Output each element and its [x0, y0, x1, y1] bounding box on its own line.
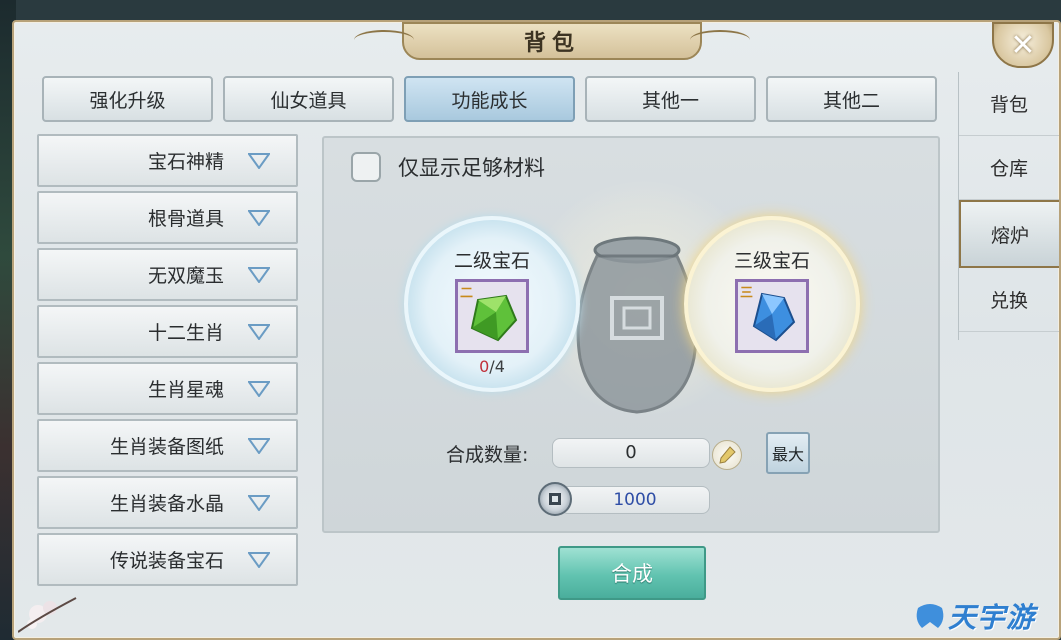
- sidenav-item-furnace[interactable]: 熔炉: [959, 200, 1059, 268]
- cost-display: 1000: [560, 486, 710, 514]
- list-item[interactable]: 生肖装备水晶: [37, 476, 298, 529]
- expand-triangle-icon: [248, 551, 270, 568]
- category-tabs: 强化升级 仙女道具 功能成长 其他一 其他二: [42, 76, 937, 122]
- max-quantity-button[interactable]: 最大: [766, 432, 810, 474]
- list-item-label: 生肖装备图纸: [109, 436, 224, 458]
- list-item[interactable]: 无双魔玉: [37, 248, 298, 301]
- plum-blossom-decoration-icon: [18, 597, 77, 633]
- tab-enhance[interactable]: 强化升级: [42, 76, 213, 122]
- quantity-label: 合成数量:: [446, 444, 529, 466]
- gamepad-logo-icon: [916, 604, 944, 628]
- list-item[interactable]: 根骨道具: [37, 191, 298, 244]
- list-item-label: 生肖装备水晶: [109, 493, 224, 515]
- source-gem-slot[interactable]: 二: [455, 279, 529, 353]
- expand-triangle-icon: [248, 323, 270, 340]
- side-navigation: 背包 仓库 熔炉 兑换: [958, 72, 1059, 340]
- forge-panel: 仅显示足够材料 二级宝石 二 0/4 三级宝石 三 合成数量: 0 最大 100…: [322, 136, 940, 533]
- gem-level-badge: 三: [740, 286, 754, 301]
- quantity-input[interactable]: 0: [552, 438, 710, 468]
- list-item[interactable]: 生肖装备图纸: [37, 419, 298, 472]
- sidenav-item-exchange[interactable]: 兑换: [959, 268, 1059, 332]
- list-item[interactable]: 十二生肖: [37, 305, 298, 358]
- compose-button[interactable]: 合成: [558, 546, 706, 600]
- window-title: 背包: [523, 30, 580, 56]
- expand-triangle-icon: [248, 380, 270, 397]
- coin-icon: [538, 482, 572, 516]
- list-item[interactable]: 宝石神精: [37, 134, 298, 187]
- close-icon: ✕: [1010, 27, 1036, 63]
- list-item-label: 十二生肖: [147, 322, 224, 344]
- expand-triangle-icon: [248, 152, 270, 169]
- list-item[interactable]: 传说装备宝石: [37, 533, 298, 586]
- tab-other-two[interactable]: 其他二: [766, 76, 937, 122]
- source-gem-title: 二级宝石: [453, 250, 530, 272]
- list-item[interactable]: 生肖星魂: [37, 362, 298, 415]
- sidenav-item-backpack[interactable]: 背包: [959, 72, 1059, 136]
- expand-triangle-icon: [248, 437, 270, 454]
- list-item-label: 传说装备宝石: [109, 550, 224, 572]
- tab-function-growth[interactable]: 功能成长: [404, 76, 575, 122]
- source-gem-count: 0/4: [479, 357, 505, 376]
- target-gem-orb: 三级宝石 三: [684, 216, 860, 392]
- list-item-label: 宝石神精: [147, 151, 224, 173]
- close-button[interactable]: ✕: [992, 22, 1054, 68]
- site-watermark: 天宇游: [912, 596, 1035, 636]
- expand-triangle-icon: [248, 266, 270, 283]
- gem-level-badge: 二: [460, 286, 474, 301]
- list-item-label: 根骨道具: [147, 208, 224, 230]
- sufficient-materials-label: 仅显示足够材料: [398, 156, 545, 180]
- source-gem-orb: 二级宝石 二 0/4: [404, 216, 580, 392]
- target-gem-title: 三级宝石: [733, 250, 810, 272]
- edit-quantity-button[interactable]: [712, 440, 742, 470]
- tab-other-one[interactable]: 其他一: [585, 76, 756, 122]
- watermark-text: 天宇游: [948, 601, 1036, 634]
- expand-triangle-icon: [248, 494, 270, 511]
- sidenav-item-warehouse[interactable]: 仓库: [959, 136, 1059, 200]
- window-title-plate: 背包: [354, 22, 750, 60]
- list-item-label: 生肖星魂: [147, 379, 224, 401]
- target-gem-slot[interactable]: 三: [735, 279, 809, 353]
- tab-fairy-items[interactable]: 仙女道具: [223, 76, 394, 122]
- category-list: 宝石神精 根骨道具 无双魔玉 十二生肖 生肖星魂 生肖装备图纸 生肖装备水晶 传…: [37, 134, 298, 590]
- expand-triangle-icon: [248, 209, 270, 226]
- pencil-icon: [719, 446, 736, 464]
- sufficient-materials-checkbox[interactable]: [351, 152, 381, 182]
- list-item-label: 无双魔玉: [147, 265, 224, 287]
